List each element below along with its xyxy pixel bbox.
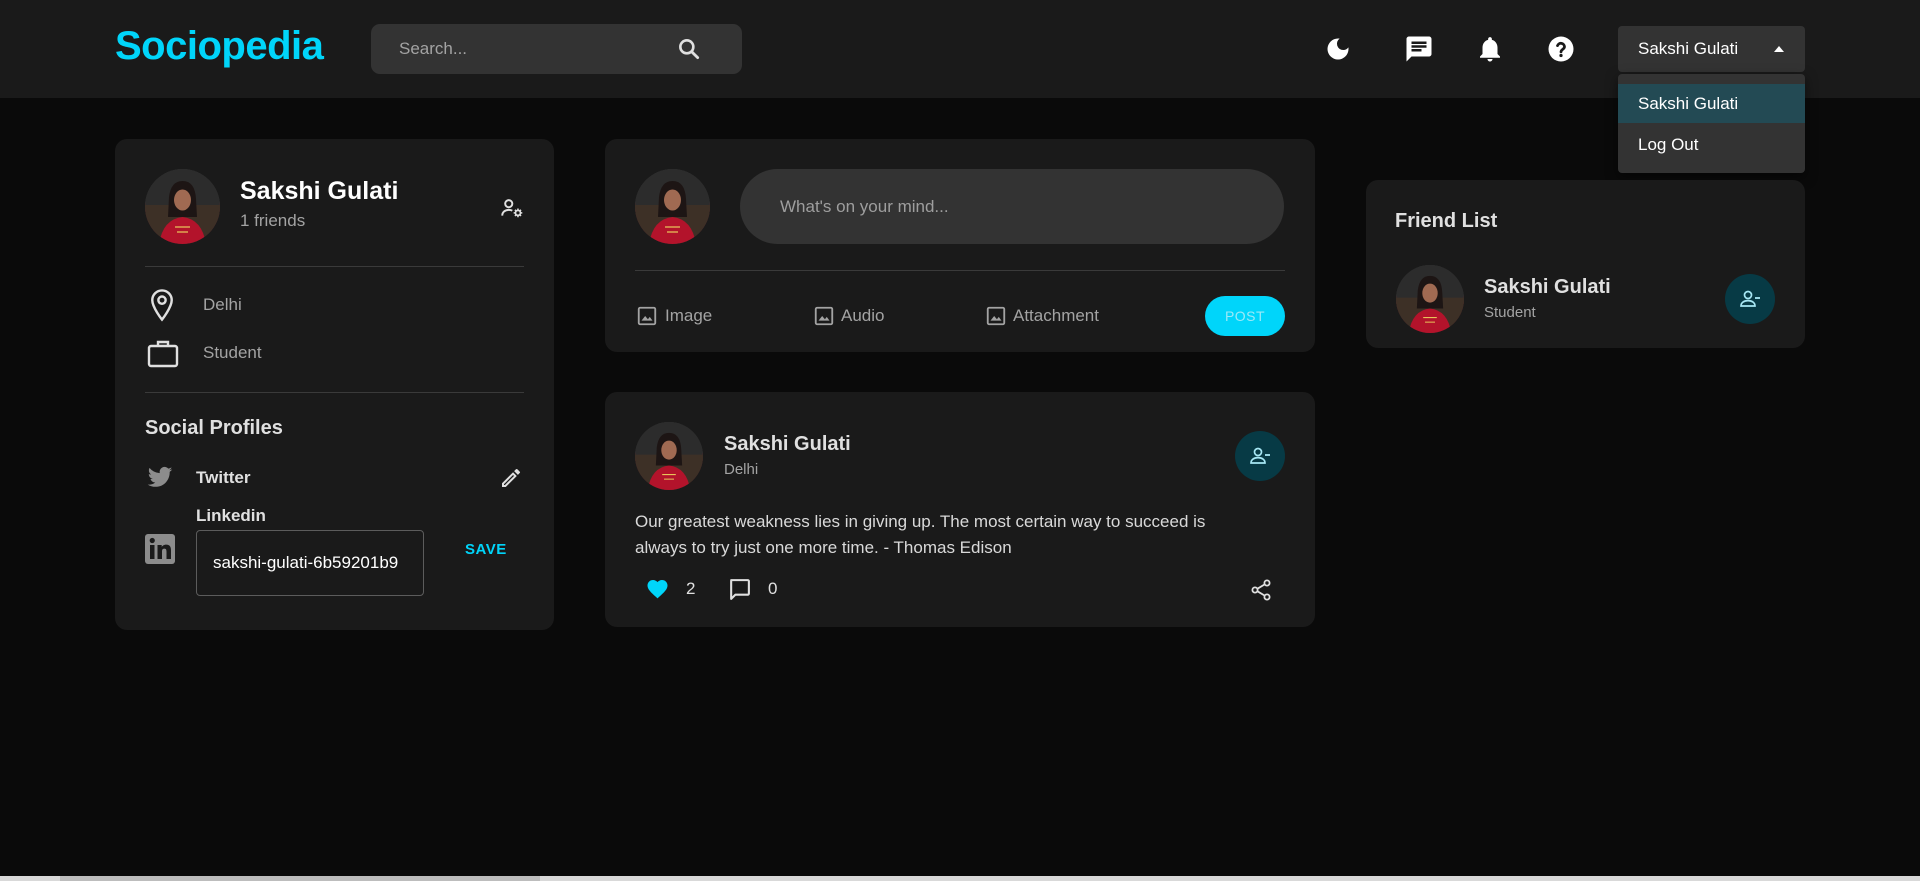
remove-friend-button[interactable] (1235, 431, 1285, 481)
profile-divider-2 (145, 392, 524, 393)
linkedin-label: Linkedin (196, 506, 266, 525)
caret-up-icon (1772, 42, 1786, 56)
friend-list-title: Friend List (1395, 210, 1498, 232)
profile-friend-count: 1 friends (240, 211, 306, 230)
attachment-option-label[interactable]: Attachment (1013, 306, 1099, 326)
search-icon[interactable] (676, 36, 702, 62)
profile-divider-1 (145, 266, 524, 267)
help-icon[interactable] (1546, 34, 1576, 64)
user-select-value: Sakshi Gulati (1638, 39, 1739, 58)
friend-remove-button[interactable] (1725, 274, 1775, 324)
comment-count: 0 (768, 579, 778, 598)
profile-name[interactable]: Sakshi Gulati (240, 177, 398, 206)
audio-icon[interactable] (813, 305, 835, 327)
person-remove-icon (1740, 290, 1760, 307)
save-button[interactable]: SAVE (465, 541, 507, 558)
create-post-divider (635, 270, 1285, 271)
image-icon[interactable] (636, 305, 658, 327)
comment-icon[interactable] (727, 577, 752, 602)
edit-icon[interactable] (499, 466, 523, 490)
linkedin-url-input[interactable] (196, 530, 424, 596)
friend-name[interactable]: Sakshi Gulati (1484, 276, 1611, 299)
linkedin-icon (144, 533, 176, 565)
post-text-line-1: Our greatest weakness lies in giving up.… (635, 512, 1206, 531)
twitter-icon (145, 463, 175, 491)
work-icon (146, 337, 180, 369)
dropdown-item-user[interactable]: Sakshi Gulati (1618, 84, 1805, 123)
create-post-avatar[interactable] (635, 169, 710, 244)
like-count: 2 (686, 579, 696, 598)
post-author-name[interactable]: Sakshi Gulati (724, 433, 851, 456)
post-text-line-2: always to try just one more time. - Thom… (635, 538, 1012, 557)
location-icon (147, 288, 177, 322)
scrollbar-thumb[interactable] (60, 876, 540, 881)
person-remove-icon (1250, 447, 1270, 464)
twitter-label: Twitter (196, 468, 251, 487)
post-author-avatar[interactable] (635, 422, 703, 490)
social-profiles-title: Social Profiles (145, 417, 283, 439)
manage-account-icon[interactable] (499, 195, 525, 221)
message-icon[interactable] (1404, 34, 1434, 64)
post-card (605, 392, 1315, 627)
profile-avatar[interactable] (145, 169, 220, 244)
image-option-label[interactable]: Image (665, 306, 712, 326)
friend-subtitle: Student (1484, 304, 1536, 321)
app-logo[interactable]: Sociopedia (115, 24, 324, 69)
profile-location: Delhi (203, 295, 242, 314)
profile-occupation: Student (203, 343, 262, 362)
user-dropdown-menu: Sakshi Gulati Log Out (1618, 74, 1805, 173)
notification-icon[interactable] (1475, 34, 1505, 64)
audio-option-label[interactable]: Audio (841, 306, 884, 326)
attachment-icon[interactable] (985, 305, 1007, 327)
post-text-input[interactable] (740, 169, 1284, 244)
post-button[interactable]: POST (1205, 296, 1285, 336)
search-input[interactable] (399, 24, 679, 74)
like-icon[interactable] (645, 577, 670, 601)
share-icon[interactable] (1249, 578, 1273, 602)
friend-avatar[interactable] (1396, 265, 1464, 333)
user-select[interactable]: Sakshi Gulati (1618, 26, 1805, 72)
dark-mode-icon[interactable] (1323, 34, 1353, 64)
dropdown-item-logout[interactable]: Log Out (1618, 125, 1805, 164)
post-author-location: Delhi (724, 461, 759, 478)
